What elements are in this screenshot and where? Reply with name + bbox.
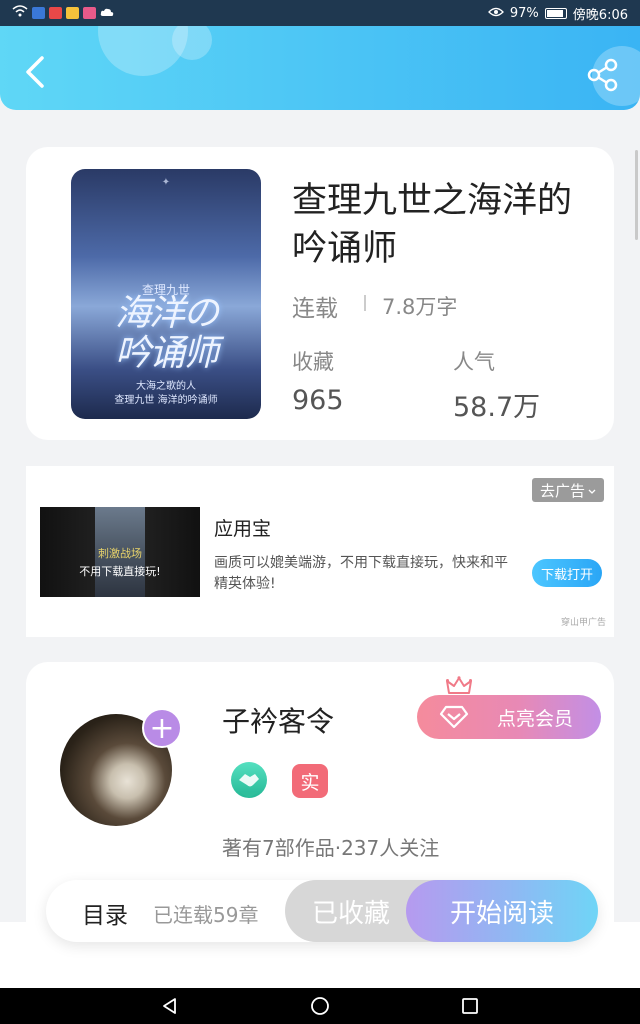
- share-button[interactable]: [586, 58, 620, 92]
- clock: 傍晚6:06: [572, 7, 628, 23]
- notification-icon: [83, 7, 96, 19]
- start-reading-button[interactable]: 开始阅读: [406, 880, 598, 942]
- nav-recents-icon[interactable]: [460, 996, 480, 1016]
- nav-home-icon[interactable]: [310, 996, 330, 1016]
- book-cover[interactable]: ✦ 查理九世 海洋の 吟诵师 大海之歌的人 查理九世 海洋的吟诵师: [71, 169, 261, 419]
- chapter-count: 已连载59章: [153, 903, 259, 927]
- ad-image[interactable]: 刺激战场 不用下载直接玩!: [40, 507, 200, 597]
- collect-label: 收藏: [292, 350, 334, 374]
- vip-button[interactable]: 点亮会员: [417, 695, 601, 739]
- back-icon: [25, 56, 45, 92]
- ad-description: 画质可以媲美端游，不用下载直接玩，快来和平精英体验!: [214, 555, 508, 592]
- popularity-label: 人气: [453, 350, 495, 374]
- cover-badge: ✦: [161, 177, 171, 188]
- cover-title-line1: 海洋の: [114, 293, 219, 334]
- cover-title-line2: 吟诵师: [114, 333, 219, 374]
- verified-badge[interactable]: 实: [292, 764, 328, 798]
- ad-title: 应用宝: [214, 518, 272, 540]
- word-count: 7.8万字: [382, 295, 458, 319]
- cloud-icon: [100, 6, 114, 21]
- notification-icon: [49, 7, 62, 19]
- cover-small-text: 大海之歌的人: [136, 381, 196, 392]
- author-stats: 著有7部作品·237人关注: [222, 836, 440, 860]
- ad-card[interactable]: 刺激战场 不用下载直接玩! 去广告 应用宝 画质可以媲美端游，不用下载直接玩，快…: [26, 466, 614, 637]
- collect-count: 965: [292, 385, 344, 416]
- popularity-count: 58.7万: [453, 392, 541, 423]
- system-nav-bar: [0, 988, 640, 1024]
- book-status: 连载: [292, 296, 338, 322]
- wifi-icon: [12, 5, 28, 21]
- handshake-icon[interactable]: [231, 762, 267, 798]
- ad-image-text: 刺激战场: [98, 547, 142, 560]
- vip-label: 点亮会员: [496, 707, 573, 730]
- ad-image-text: 不用下载直接玩!: [79, 565, 161, 578]
- cover-small-text: 查理九世 海洋的吟诵师: [114, 395, 218, 406]
- nav-back-icon[interactable]: [160, 996, 180, 1016]
- status-bar: 97% 傍晚6:06: [0, 0, 640, 26]
- remove-ad-button[interactable]: 去广告: [532, 478, 604, 502]
- status-icons: [12, 5, 114, 21]
- plus-icon: +: [149, 711, 175, 746]
- bottom-action-bar: 目录 已连载59章 已收藏 开始阅读: [46, 880, 598, 942]
- follow-button[interactable]: +: [142, 708, 182, 748]
- decor-bubble: [172, 26, 212, 60]
- ad-download-button[interactable]: 下载打开: [532, 559, 602, 587]
- author-name[interactable]: 子衿客令: [222, 700, 334, 740]
- battery-percent: 97%: [509, 5, 539, 21]
- back-button[interactable]: [20, 56, 50, 92]
- book-title: 查理九世之海洋的吟诵师: [292, 181, 573, 269]
- battery-icon: [544, 7, 567, 19]
- notification-icon: [32, 7, 45, 19]
- notification-icon: [66, 7, 79, 19]
- ad-source: 穿山甲广告: [560, 618, 606, 628]
- scrollbar[interactable]: [635, 150, 638, 240]
- collected-label: 已收藏: [312, 898, 391, 929]
- diamond-icon: [439, 705, 469, 734]
- chevron-down-icon: [588, 481, 596, 499]
- divider: [364, 295, 366, 311]
- share-icon: [586, 58, 620, 96]
- eye-icon: [487, 6, 504, 21]
- toc-button[interactable]: 目录: [82, 896, 128, 930]
- book-info-card: ✦ 查理九世 海洋の 吟诵师 大海之歌的人 查理九世 海洋的吟诵师 查理九世之海…: [26, 147, 614, 440]
- remove-ad-label: 去广告: [539, 481, 585, 500]
- app-header: [0, 26, 640, 110]
- start-reading-label: 开始阅读: [449, 898, 554, 929]
